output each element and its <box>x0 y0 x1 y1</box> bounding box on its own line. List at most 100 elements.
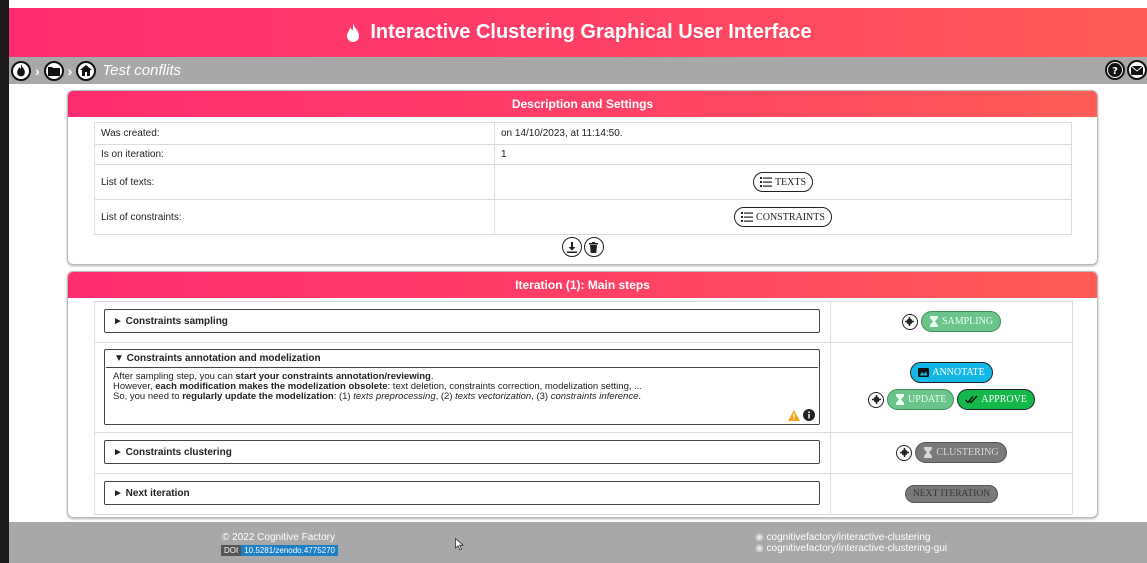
window-edge <box>0 0 9 563</box>
description-table: Was created: on 14/10/2023, at 11:14:50.… <box>94 122 1072 235</box>
annotate-button[interactable]: ANNOTATE <box>910 362 993 383</box>
next-iteration-button[interactable]: NEXT ITERATION <box>904 484 999 503</box>
download-icon <box>566 241 577 253</box>
fire-icon <box>17 64 25 77</box>
constraints-label: List of constraints: <box>94 199 495 235</box>
update-button-label: UPDATE <box>908 394 947 405</box>
gear-icon <box>871 395 881 404</box>
project-home-button[interactable] <box>76 60 97 81</box>
constraints-cell: CONSTRAINTS <box>494 199 1072 235</box>
breadcrumb: › › Test conflits ? <box>9 57 1147 84</box>
doi-badge-label: DOI <box>221 545 242 556</box>
delete-button[interactable] <box>583 237 604 257</box>
sampling-actions: SAMPLING <box>831 309 1072 334</box>
approve-button[interactable]: APPROVE <box>957 389 1035 410</box>
trash-icon <box>589 241 598 253</box>
texts-label: List of texts: <box>94 164 495 200</box>
sampling-step-title: ► Constraints sampling <box>113 315 228 327</box>
table-row: Was created: on 14/10/2023, at 11:14:50. <box>94 122 1072 145</box>
divider <box>94 301 95 514</box>
annotation-status-icons <box>788 409 815 421</box>
texts-cell: TEXTS <box>494 164 1072 200</box>
app-header: Interactive Clustering Graphical User In… <box>9 8 1147 57</box>
breadcrumb-project-name: Test conflits <box>102 62 181 79</box>
doi-badge[interactable]: DOI 10.5281/zenodo.4775270 <box>221 545 338 556</box>
gear-icon <box>899 448 909 457</box>
next-iteration-step-title: ► Next iteration <box>113 487 190 499</box>
table-row: List of texts: TEXTS <box>94 164 1072 200</box>
annotation-step: ▼ Constraints annotation and modelizatio… <box>104 349 820 425</box>
project-actions <box>68 237 1097 257</box>
update-settings-button[interactable] <box>868 391 885 408</box>
iteration-panel: Iteration (1): Main steps ► Constraints … <box>67 271 1098 518</box>
github-icon: ◉ <box>755 543 764 554</box>
nav-right-actions: ? <box>1105 60 1147 80</box>
constraints-button-label: CONSTRAINTS <box>756 211 825 223</box>
next-iteration-actions: NEXT ITERATION <box>831 481 1072 506</box>
clustering-step[interactable]: ► Constraints clustering <box>104 440 820 464</box>
clustering-settings-button[interactable] <box>896 444 913 461</box>
help-icon: ? <box>1108 63 1122 77</box>
iteration-panel-title: Iteration (1): Main steps <box>68 272 1097 298</box>
app-window: Interactive Clustering Graphical User In… <box>0 0 1147 563</box>
fire-icon <box>347 22 360 42</box>
home-fire-button[interactable] <box>11 60 31 81</box>
divider <box>94 301 1072 302</box>
hourglass-icon <box>924 447 933 458</box>
breadcrumb-separator: › <box>35 62 40 79</box>
top-strip <box>9 0 1147 8</box>
projects-button[interactable] <box>43 60 64 81</box>
description-panel: Description and Settings Was created: on… <box>67 90 1098 265</box>
mouse-cursor-icon <box>455 538 464 551</box>
iteration-label: Is on iteration: <box>94 144 495 165</box>
footer: © 2022 Cognitive Factory DOI 10.5281/zen… <box>9 522 1147 563</box>
app-title: Interactive Clustering Graphical User In… <box>370 21 812 43</box>
annotate-button-label: ANNOTATE <box>932 367 985 378</box>
texts-button-label: TEXTS <box>774 176 807 188</box>
check-double-icon <box>965 395 978 404</box>
hourglass-icon <box>929 316 938 327</box>
hourglass-icon <box>896 394 905 405</box>
warning-icon[interactable] <box>788 409 800 421</box>
help-button[interactable]: ? <box>1105 60 1125 80</box>
update-actions: UPDATE APPROVE <box>831 387 1072 412</box>
info-icon[interactable] <box>803 409 815 421</box>
created-label: Was created: <box>94 122 495 145</box>
clustering-button[interactable]: CLUSTERING <box>915 442 1007 463</box>
footer-links: ◉ cognitivefactory/interactive-clusterin… <box>755 532 947 554</box>
footer-copyright: © 2022 Cognitive Factory <box>222 532 335 543</box>
sampling-settings-button[interactable] <box>901 313 918 330</box>
divider <box>94 514 1072 515</box>
folder-icon <box>47 66 60 76</box>
texts-button[interactable]: TEXTS <box>752 172 814 192</box>
list-icon <box>759 177 772 187</box>
repo-link-2[interactable]: ◉ cognitivefactory/interactive-clusterin… <box>755 543 947 554</box>
sampling-step[interactable]: ► Constraints sampling <box>104 309 820 333</box>
contact-button[interactable] <box>1127 60 1147 80</box>
next-iteration-step[interactable]: ► Next iteration <box>104 481 820 505</box>
update-button[interactable]: UPDATE <box>887 389 955 410</box>
divider <box>1072 301 1073 514</box>
constraints-button[interactable]: CONSTRAINTS <box>734 207 832 227</box>
sampling-button-label: SAMPLING <box>941 316 994 327</box>
divider <box>94 473 1072 474</box>
repo-link-1[interactable]: ◉ cognitivefactory/interactive-clusterin… <box>755 532 947 543</box>
mail-icon <box>1131 65 1143 75</box>
annotate-actions: ANNOTATE <box>831 362 1072 383</box>
annotation-description: After sampling step, you can start your … <box>105 368 819 402</box>
home-icon <box>80 65 93 76</box>
table-row: Is on iteration: 1 <box>94 144 1072 165</box>
sampling-button[interactable]: SAMPLING <box>920 311 1002 332</box>
image-icon <box>918 368 930 377</box>
gear-icon <box>905 317 915 326</box>
download-button[interactable] <box>561 237 582 257</box>
list-icon <box>741 212 754 222</box>
doi-badge-value: 10.5281/zenodo.4775270 <box>241 545 338 556</box>
clustering-step-title: ► Constraints clustering <box>113 446 232 458</box>
annotation-step-title[interactable]: ▼ Constraints annotation and modelizatio… <box>106 350 818 368</box>
description-panel-title: Description and Settings <box>68 91 1097 117</box>
annotation-line-3: So, you need to regularly update the mod… <box>113 391 642 402</box>
approve-button-label: APPROVE <box>981 394 1027 405</box>
divider <box>94 432 1072 433</box>
svg-text:?: ? <box>1112 66 1118 77</box>
